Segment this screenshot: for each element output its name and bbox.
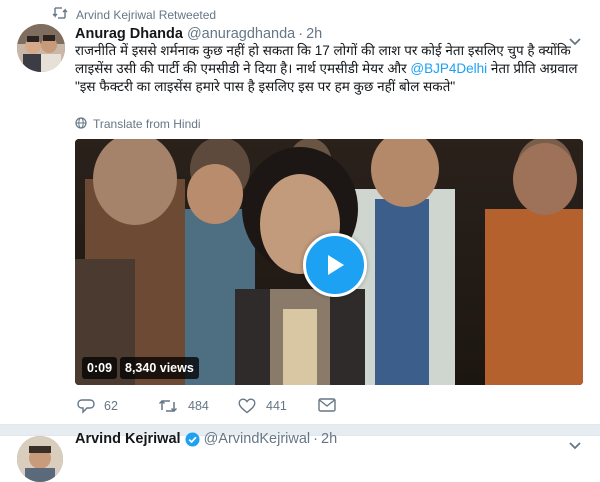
reply-count: 62 bbox=[104, 399, 118, 413]
next-separator-dot: · bbox=[313, 431, 318, 447]
mention-link[interactable]: @BJP4Delhi bbox=[410, 61, 487, 76]
like-button[interactable]: 441 bbox=[238, 398, 287, 414]
avatar[interactable] bbox=[17, 24, 65, 72]
separator-dot: · bbox=[298, 26, 304, 42]
video-views: 8,340 views bbox=[120, 357, 199, 379]
retweet-count: 484 bbox=[188, 399, 209, 413]
chevron-down-icon-next[interactable] bbox=[568, 438, 582, 456]
next-author-handle[interactable]: @ArvindKejriwal bbox=[204, 431, 311, 447]
retweet-action-icon bbox=[158, 398, 178, 414]
like-count: 441 bbox=[266, 399, 287, 413]
play-icon bbox=[328, 255, 344, 275]
tweet-text: राजनीति में इससे शर्मनाक कुछ नहीं हो सकत… bbox=[75, 42, 583, 96]
author-handle[interactable]: @anuragdhanda bbox=[187, 26, 295, 42]
reply-icon bbox=[77, 398, 95, 414]
verified-badge-icon bbox=[185, 432, 200, 447]
avatar-next[interactable] bbox=[17, 436, 63, 482]
next-author-name[interactable]: Arvind Kejriwal bbox=[75, 431, 181, 447]
translate-label: Translate from Hindi bbox=[93, 117, 201, 131]
retweet-button[interactable]: 484 bbox=[158, 398, 209, 414]
tweet-author-row: Anurag Dhanda @anuragdhanda · 2h bbox=[75, 26, 322, 42]
direct-message-button[interactable] bbox=[318, 398, 336, 412]
translate-link[interactable]: Translate from Hindi bbox=[75, 117, 201, 131]
retweet-header-text[interactable]: Arvind Kejriwal Retweeted bbox=[76, 8, 216, 22]
reply-button[interactable]: 62 bbox=[77, 398, 118, 414]
video-duration: 0:09 bbox=[82, 357, 118, 379]
next-tweet-timestamp[interactable]: 2h bbox=[321, 431, 337, 447]
retweet-icon bbox=[52, 6, 68, 23]
heart-icon bbox=[238, 398, 256, 414]
video-player[interactable]: 0:09 8,340 views bbox=[75, 139, 583, 385]
globe-icon bbox=[75, 117, 89, 131]
envelope-icon bbox=[318, 398, 336, 412]
play-button[interactable] bbox=[303, 233, 367, 297]
author-name[interactable]: Anurag Dhanda bbox=[75, 26, 183, 42]
tweet-timestamp[interactable]: 2h bbox=[306, 26, 322, 42]
next-tweet-author-row: Arvind Kejriwal @ArvindKejriwal · 2h bbox=[75, 431, 337, 447]
